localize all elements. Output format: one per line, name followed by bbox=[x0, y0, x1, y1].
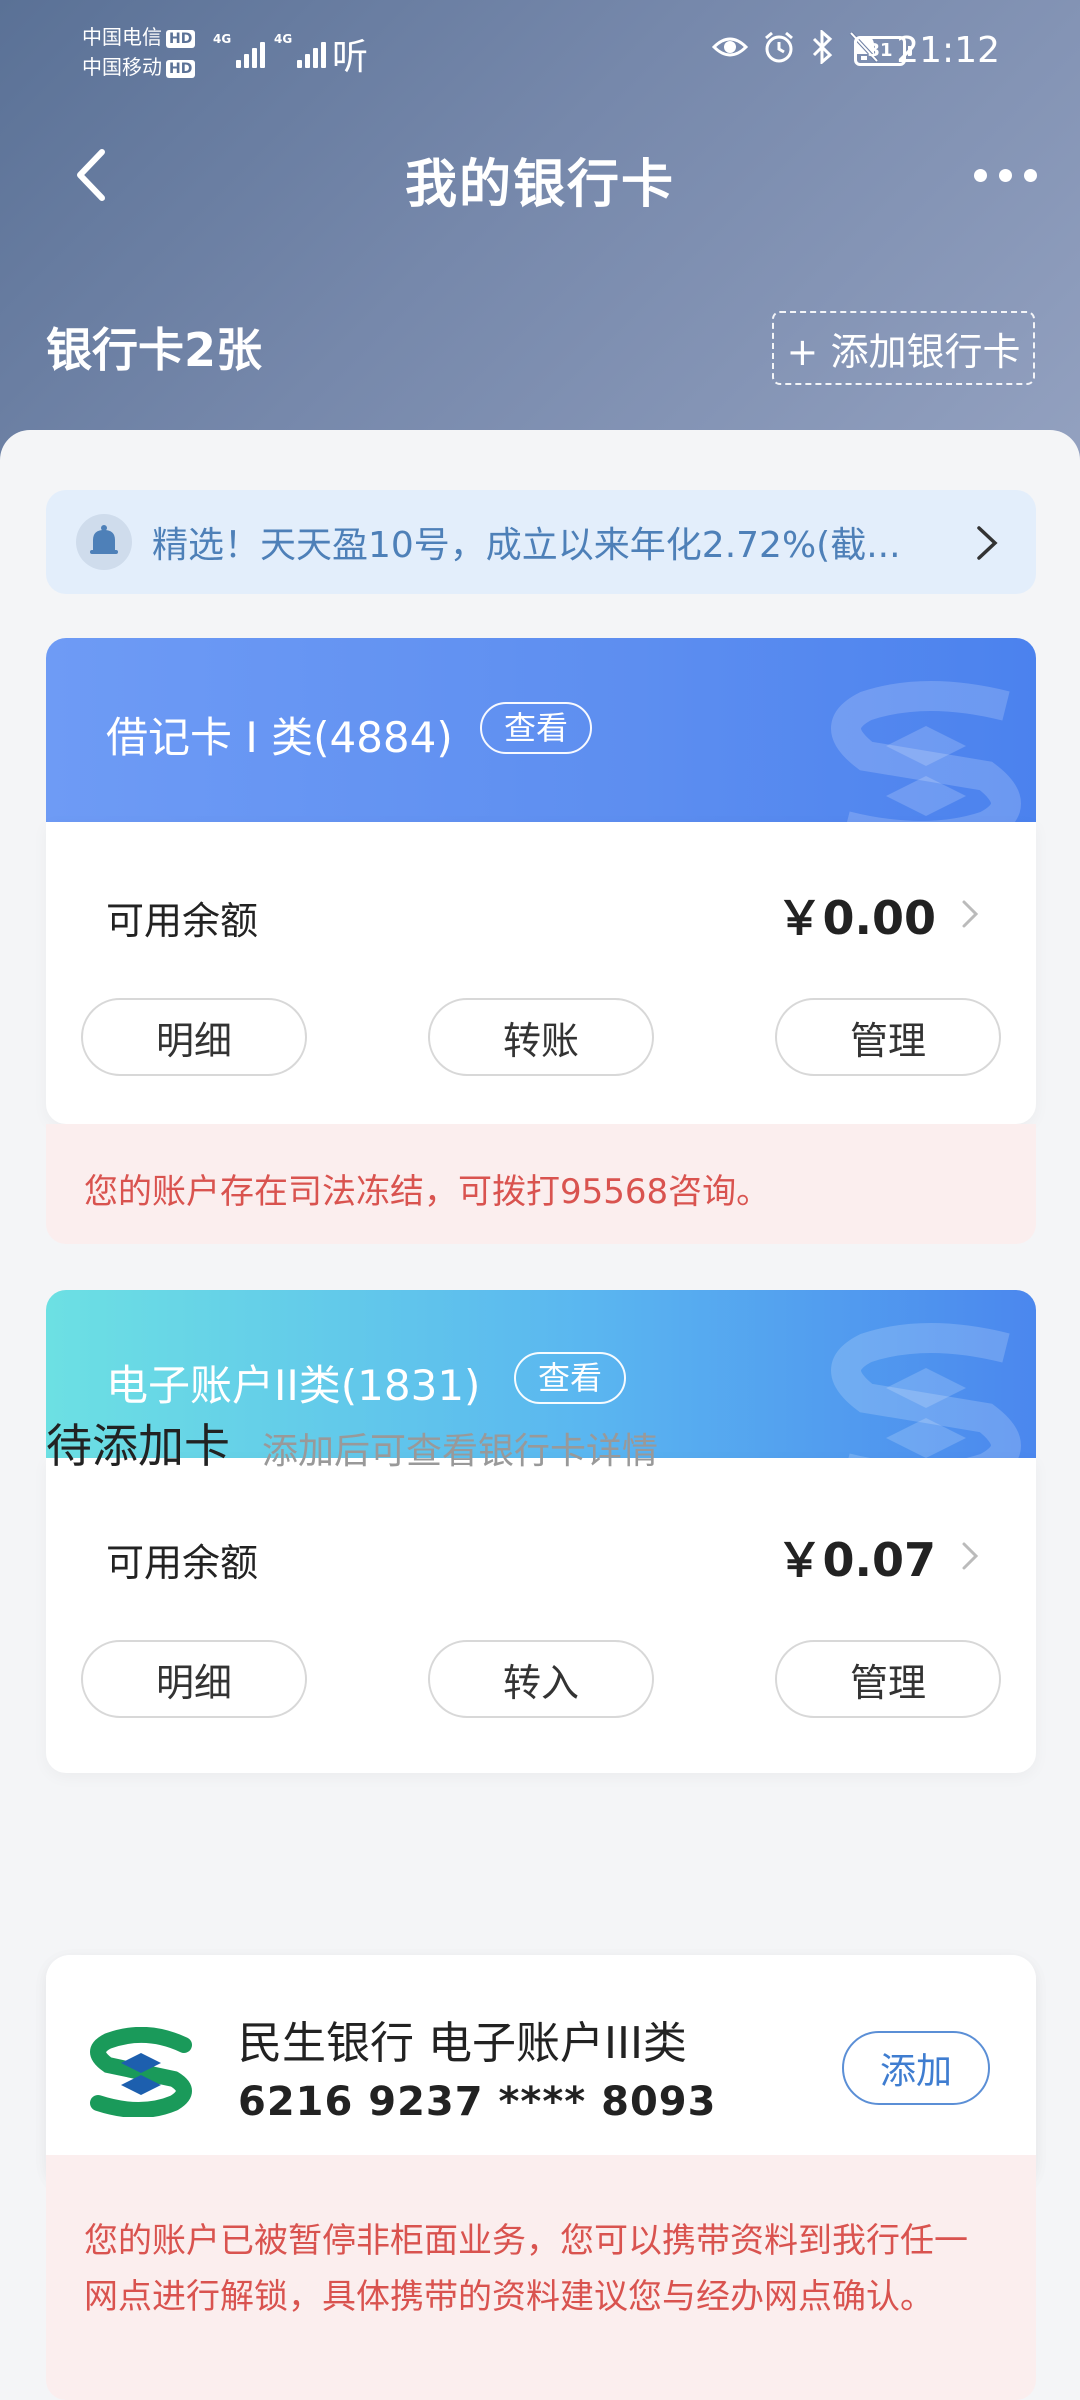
more-options-button[interactable] bbox=[960, 150, 1050, 200]
signal-strength-icon: 4G bbox=[274, 32, 327, 68]
add-card-button[interactable]: 添加 bbox=[842, 2031, 990, 2105]
bluetooth-icon bbox=[812, 30, 833, 64]
manage-button[interactable]: 管理 bbox=[775, 998, 1001, 1076]
clock: 21:12 bbox=[896, 30, 1000, 71]
e-account-card-panel: 电子账户II类(1831) 查看 可用余额 ￥0.07 明细 转入 管理 bbox=[46, 1290, 1036, 1773]
hd-badge: HD bbox=[166, 59, 196, 78]
debit-card-panel: 借记卡 I 类(4884) 查看 可用余额 ￥0.00 明细 转账 管理 bbox=[46, 638, 1036, 1124]
eye-icon bbox=[712, 37, 748, 57]
pending-cards-title: 待添加卡 bbox=[46, 1419, 230, 1473]
view-card-button[interactable]: 查看 bbox=[514, 1352, 627, 1404]
minsheng-bank-logo-icon bbox=[90, 2027, 192, 2117]
chevron-right-icon bbox=[962, 1542, 979, 1570]
dot-icon bbox=[998, 168, 1012, 182]
warning-text: 您的账户已被暂停非柜面业务，您可以携带资料到我行任一网点进行解锁，具体携带的资料… bbox=[84, 2221, 968, 2317]
bank-logo-watermark-icon bbox=[831, 1323, 1021, 1458]
balance-amount[interactable]: ￥0.07 bbox=[777, 1524, 937, 1590]
signal-strength-icon: 4G bbox=[213, 32, 266, 68]
e-account-card-body: 可用余额 ￥0.07 明细 转入 管理 bbox=[46, 1458, 1036, 1773]
carrier-info: 中国电信 HD 中国移动 HD bbox=[82, 22, 196, 82]
promo-notice-banner[interactable]: 精选！天天盈10号，成立以来年化2.72%(截... bbox=[46, 490, 1036, 594]
details-button[interactable]: 明细 bbox=[81, 1640, 307, 1718]
chevron-right-icon bbox=[962, 900, 979, 928]
dot-icon bbox=[973, 168, 987, 182]
bank-account-name: 民生银行 电子账户III类 bbox=[238, 2018, 687, 2069]
carrier-telecom: 中国电信 bbox=[82, 25, 162, 49]
debit-card-body: 可用余额 ￥0.00 明细 转账 管理 bbox=[46, 822, 1036, 1124]
debit-card-header: 借记卡 I 类(4884) 查看 bbox=[46, 638, 1036, 822]
nav-bar: 我的银行卡 bbox=[0, 110, 1080, 240]
available-balance-label: 可用余额 bbox=[106, 899, 259, 943]
chevron-right-icon bbox=[977, 526, 998, 560]
card-title: 借记卡 I 类(4884) bbox=[106, 713, 453, 762]
listen-indicator: 听 bbox=[332, 37, 369, 78]
dot-icon bbox=[1023, 168, 1037, 182]
suspended-account-warning: 您的账户已被暂停非柜面业务，您可以携带资料到我行任一网点进行解锁，具体携带的资料… bbox=[46, 2155, 1036, 2400]
status-bar: 中国电信 HD 中国移动 HD 4G 4G 听 31 21:12 bbox=[0, 0, 1080, 110]
card-title: 电子账户II类(1831) bbox=[106, 1361, 481, 1410]
frozen-account-warning: 您的账户存在司法冻结，可拨打95568咨询。 bbox=[46, 1124, 1036, 1244]
details-button[interactable]: 明细 bbox=[81, 998, 307, 1076]
carrier-mobile: 中国移动 bbox=[82, 55, 162, 79]
pending-card-item: 民生银行 电子账户III类 6216 9237 **** 8093 添加 bbox=[46, 1955, 1036, 2185]
card-count-label: 银行卡2张 bbox=[46, 323, 263, 377]
card-number: 6216 9237 **** 8093 bbox=[238, 2079, 717, 2125]
transfer-button[interactable]: 转账 bbox=[428, 998, 654, 1076]
promo-notice-text: 精选！天天盈10号，成立以来年化2.72%(截... bbox=[152, 525, 901, 566]
hd-badge: HD bbox=[166, 29, 196, 48]
bell-icon bbox=[76, 514, 132, 570]
warning-text: 您的账户存在司法冻结，可拨打95568咨询。 bbox=[84, 1172, 771, 1212]
available-balance-label: 可用余额 bbox=[106, 1541, 259, 1585]
bank-logo-watermark-icon bbox=[831, 681, 1021, 822]
alarm-icon bbox=[765, 31, 793, 63]
manage-button[interactable]: 管理 bbox=[775, 1640, 1001, 1718]
add-bank-card-button[interactable]: + 添加银行卡 bbox=[772, 311, 1035, 385]
transfer-in-button[interactable]: 转入 bbox=[428, 1640, 654, 1718]
network-type-label: 4G bbox=[274, 32, 293, 46]
page-title: 我的银行卡 bbox=[404, 155, 675, 215]
view-card-button[interactable]: 查看 bbox=[480, 702, 593, 754]
network-type-label: 4G bbox=[213, 32, 232, 46]
pending-cards-subtitle: 添加后可查看银行卡详情 bbox=[262, 1431, 659, 1472]
balance-amount[interactable]: ￥0.00 bbox=[777, 882, 937, 948]
